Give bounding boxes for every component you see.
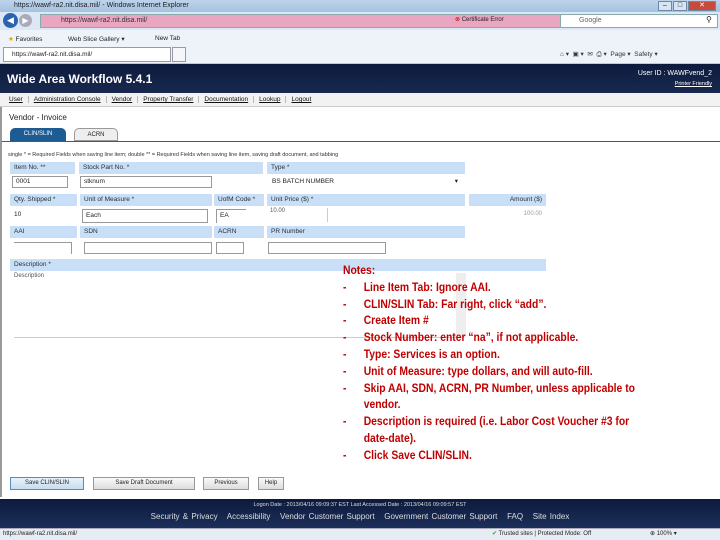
previous-button[interactable]: Previous (203, 477, 249, 490)
tab-acrn[interactable]: ACRN (74, 128, 118, 141)
acrn-input[interactable] (216, 242, 244, 254)
stock-part-input[interactable]: stknum (80, 176, 212, 188)
tab-clin-slin[interactable]: CLIN/SLIN (10, 128, 66, 141)
app-footer: Logon Date : 2013/04/16 09:09:37 EST Las… (0, 499, 720, 528)
note-item: Stock Number: enter “na”, if not applica… (343, 330, 649, 347)
web-slice-gallery[interactable]: Web Slice Gallery ▾ (68, 35, 125, 43)
footer-link-site-index[interactable]: Site Index (533, 512, 570, 521)
note-item: Unit of Measure: type dollars, and will … (343, 364, 649, 381)
amount-label: Amount ($) (469, 194, 546, 206)
acrn-label: ACRN (214, 226, 264, 238)
menu-property-transfer[interactable]: Property Transfer (138, 96, 200, 103)
unit-price-input[interactable]: 10.00 (268, 208, 328, 222)
footer-links: Security & Privacy Accessibility Vendor … (0, 512, 720, 521)
app-header: Wide Area Workflow 5.4.1 User ID : WAWFv… (0, 64, 720, 93)
save-clin-slin-button[interactable]: Save CLIN/SLIN (10, 477, 84, 490)
amount-value: 100.00 (523, 211, 542, 217)
window-title: https://wawf-ra2.nit.disa.mil/ - Windows… (14, 2, 189, 9)
unit-of-measure-label: Unit of Measure * (80, 194, 212, 206)
maximize-button[interactable]: □ (673, 1, 687, 11)
item-no-label: Item No. ** (10, 162, 75, 174)
note-item: Create Item # (343, 313, 649, 330)
left-border (0, 107, 2, 497)
footer-link-security[interactable]: Security & Privacy (151, 512, 218, 521)
type-label: Type * (267, 162, 465, 174)
minimize-button[interactable]: – (658, 1, 672, 11)
type-select[interactable]: BS BATCH NUMBER ▾ (268, 176, 464, 188)
checkmark-icon: ✔ (492, 531, 498, 537)
status-url: https://wawf-ra2.nit.disa.mil/ (3, 531, 78, 537)
browser-tab[interactable]: https://wawf-ra2.nit.disa.mil/ (3, 47, 171, 62)
zoom-level[interactable]: ⊕ 100% ▾ (650, 529, 677, 540)
main-menu: User Administration Console Vendor Prope… (0, 93, 720, 107)
close-button[interactable]: ✕ (688, 1, 716, 11)
page-title: Vendor - Invoice (9, 113, 67, 122)
chevron-down-icon: ▾ (454, 178, 458, 185)
uom-code-input[interactable]: EA (216, 209, 246, 223)
menu-logout[interactable]: Logout (286, 96, 316, 103)
app-title: Wide Area Workflow 5.4.1 (7, 72, 153, 86)
unit-of-measure-input[interactable]: Each (82, 209, 208, 223)
forward-icon[interactable]: ▶ (19, 14, 32, 27)
aai-label: AAI (10, 226, 77, 238)
menu-lookup[interactable]: Lookup (254, 96, 287, 103)
note-item: Description is required (i.e. Labor Cost… (343, 414, 649, 448)
note-item: Line Item Tab: Ignore AAI. (343, 280, 649, 297)
uom-code-label: UofM Code * (214, 194, 264, 206)
qty-shipped-value[interactable]: 10 (14, 211, 21, 218)
command-bar: ⌂ ▾ ▣ ▾ ✉ ⎙ ▾ Page ▾ Safety ▾ (560, 51, 658, 58)
aai-input[interactable] (14, 242, 72, 254)
favorites-button[interactable]: ★ Favorites (8, 35, 42, 43)
qty-shipped-label: Qty. Shipped * (10, 194, 77, 206)
certificate-error[interactable]: ⊗ Certificate Error (455, 16, 504, 23)
note-item: Click Save CLIN/SLIN. (343, 448, 649, 465)
safety-menu[interactable]: Safety (634, 51, 652, 58)
page-menu[interactable]: Page (610, 51, 625, 58)
new-tab-link[interactable]: New Tab (155, 35, 180, 42)
url-input[interactable]: https://wawf-ra2.nit.disa.mil/ (40, 14, 600, 28)
back-icon[interactable]: ◀ (3, 13, 18, 28)
note-item: CLIN/SLIN Tab: Far right, click “add”. (343, 297, 649, 314)
note-item: Type: Services is an option. (343, 347, 649, 364)
item-no-input[interactable]: 0001 (12, 176, 68, 188)
user-id: User ID : WAWFvend_2 (637, 70, 712, 77)
search-input[interactable]: Google (560, 14, 718, 28)
unit-price-label: Unit Price ($) * (267, 194, 465, 206)
required-fields-note: single * = Required Fields when saving l… (8, 152, 339, 158)
sdn-label: SDN (80, 226, 212, 238)
tab-divider (2, 141, 720, 142)
stock-part-label: Stock Part No. * (79, 162, 263, 174)
status-bar: https://wawf-ra2.nit.disa.mil/ ✔ Trusted… (0, 528, 720, 540)
sdn-input[interactable] (84, 242, 212, 254)
footer-link-vendor-support[interactable]: Vendor Customer Support (280, 512, 375, 521)
menu-user[interactable]: User (4, 96, 29, 103)
help-button[interactable]: Help (258, 477, 284, 490)
note-item: Skip AAI, SDN, ACRN, PR Number, unless a… (343, 381, 649, 415)
menu-documentation[interactable]: Documentation (199, 96, 255, 103)
footer-link-government-support[interactable]: Government Customer Support (384, 512, 497, 521)
menu-vendor[interactable]: Vendor (107, 96, 139, 103)
pr-number-label: PR Number (267, 226, 465, 238)
printer-friendly-link[interactable]: Printer Friendly (675, 81, 712, 87)
footer-link-accessibility[interactable]: Accessibility (227, 512, 271, 521)
search-icon[interactable]: ⚲ (706, 15, 712, 24)
logon-dates: Logon Date : 2013/04/16 09:09:37 EST Las… (253, 502, 467, 508)
pr-number-input[interactable] (268, 242, 386, 254)
security-zone: ✔ Trusted sites | Protected Mode: Off (492, 531, 592, 537)
notes-annotation: Notes: Line Item Tab: Ignore AAI. CLIN/S… (343, 263, 649, 465)
new-tab-button[interactable] (172, 47, 186, 62)
save-draft-button[interactable]: Save Draft Document (93, 477, 195, 490)
browser-title-bar: https://wawf-ra2.nit.disa.mil/ - Windows… (0, 0, 720, 12)
footer-link-faq[interactable]: FAQ (507, 512, 523, 521)
notes-title: Notes: (343, 265, 376, 277)
menu-administration-console[interactable]: Administration Console (29, 96, 107, 103)
